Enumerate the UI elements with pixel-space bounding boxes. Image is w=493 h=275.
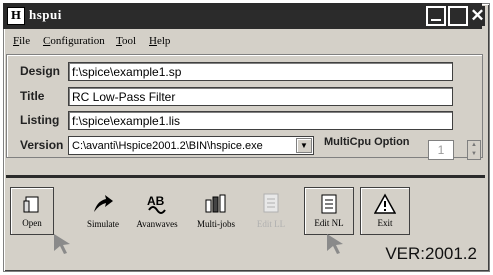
version-status: VER:2001.2 bbox=[385, 244, 477, 263]
waveform-icon: AB bbox=[147, 194, 166, 214]
title-input[interactable]: RC Low-Pass Filter bbox=[68, 87, 453, 106]
simulate-label: Simulate bbox=[87, 219, 119, 229]
menu-configuration[interactable]: Configuration bbox=[43, 35, 105, 47]
avanwaves-label: Avanwaves bbox=[136, 219, 178, 229]
divider bbox=[6, 175, 485, 178]
version-label: Version bbox=[20, 138, 64, 152]
menu-file[interactable]: File bbox=[13, 35, 30, 47]
multi-jobs-button[interactable]: Multi-jobs bbox=[188, 187, 244, 235]
edit-nl-button[interactable]: Edit NL bbox=[304, 187, 354, 235]
minimize-button[interactable] bbox=[426, 6, 446, 26]
run-arrow-icon bbox=[94, 195, 113, 212]
netlist-document-icon bbox=[321, 194, 337, 214]
status-bar: VER:2001.2 bbox=[6, 240, 485, 268]
open-folder-icon bbox=[23, 196, 39, 213]
multicpu-input[interactable]: 1 bbox=[428, 140, 454, 160]
chevron-down-icon[interactable]: ▼ bbox=[296, 138, 312, 153]
menu-tool[interactable]: Tool bbox=[116, 35, 136, 47]
edit-nl-label: Edit NL bbox=[314, 218, 344, 228]
document-icon bbox=[263, 193, 279, 213]
bottles-icon bbox=[205, 194, 226, 213]
listing-input[interactable]: f:\spice\example1.lis bbox=[68, 111, 453, 130]
design-label: Design bbox=[20, 64, 61, 78]
title-label: Title bbox=[20, 89, 45, 103]
app-icon: H bbox=[7, 7, 25, 25]
close-button[interactable]: ✕ bbox=[470, 6, 485, 26]
maximize-button[interactable] bbox=[448, 6, 468, 26]
multi-jobs-label: Multi-jobs bbox=[196, 219, 235, 229]
open-label: Open bbox=[22, 218, 42, 228]
edit-ll-button: Edit LL bbox=[246, 187, 296, 235]
exit-button[interactable]: Exit bbox=[360, 187, 410, 235]
toolbar: Open Simulate AB Avanwaves Multi-jobs Ed… bbox=[6, 187, 483, 235]
simulate-button[interactable]: Simulate bbox=[76, 187, 130, 235]
listing-label: Listing bbox=[20, 113, 60, 127]
open-button[interactable]: Open bbox=[10, 187, 54, 235]
warning-icon bbox=[374, 193, 396, 214]
menu-bar: File Configuration Tool Help bbox=[3, 32, 482, 52]
svg-text:AB: AB bbox=[147, 194, 165, 208]
avanwaves-button[interactable]: AB Avanwaves bbox=[128, 187, 186, 235]
multicpu-label: MultiCpu Option bbox=[324, 136, 410, 148]
multicpu-stepper[interactable]: ▲ ▼ bbox=[467, 140, 481, 160]
design-input[interactable]: f:\spice\example1.sp bbox=[68, 62, 453, 81]
version-select[interactable]: C:\avanti\Hspice2001.2\BIN\hspice.exe bbox=[68, 136, 314, 155]
edit-ll-label: Edit LL bbox=[256, 219, 286, 229]
menu-help[interactable]: Help bbox=[149, 35, 170, 47]
title-bar[interactable]: H hspui ✕ bbox=[3, 3, 485, 29]
window-title: hspui bbox=[29, 7, 62, 22]
exit-label: Exit bbox=[377, 218, 393, 228]
